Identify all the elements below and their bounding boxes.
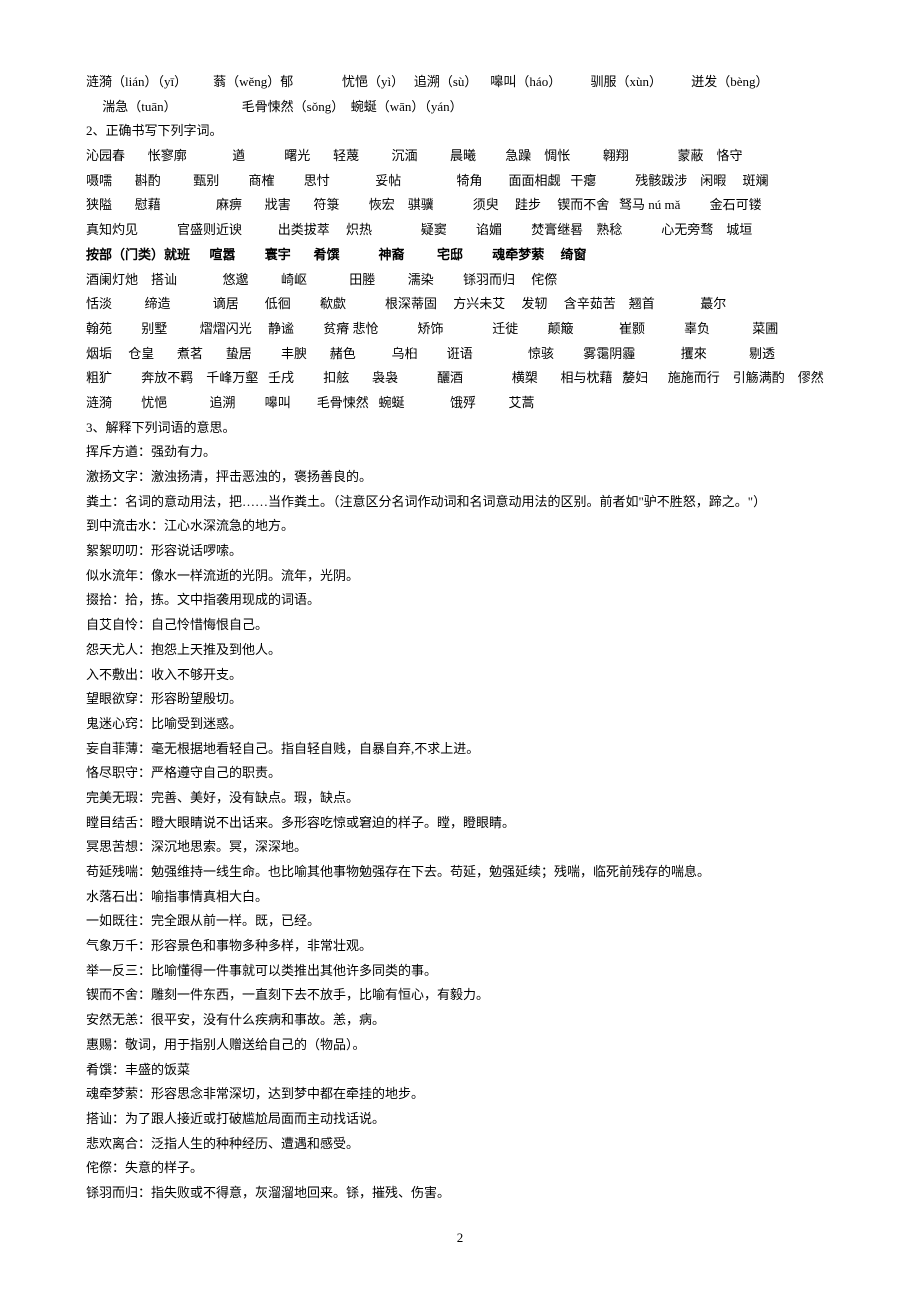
definition-line: 锲而不舍：雕刻一件东西，一直刻下去不放手，比喻有恒心，有毅力。 <box>86 983 834 1008</box>
definition-line: 妄自菲薄：毫无根据地看轻自己。指自轻自贱，自暴自弃,不求上进。 <box>86 737 834 762</box>
definition-line: 3、解释下列词语的意思。 <box>86 416 834 441</box>
definition-line: 铩羽而归：指失败或不得意，灰溜溜地回来。铩，摧残、伤害。 <box>86 1181 834 1206</box>
definition-line: 水落石出：喻指事情真相大白。 <box>86 885 834 910</box>
document-page: 涟漪（lián）（yī） 蓊（wěng）郁 忧悒（yì） 追溯（sù） 嗥叫（h… <box>0 0 920 1290</box>
definition-line: 入不敷出：收入不够开支。 <box>86 663 834 688</box>
definition-line: 絮絮叨叨：形容说话啰嗦。 <box>86 539 834 564</box>
definition-line: 完美无瑕：完善、美好，没有缺点。瑕，缺点。 <box>86 786 834 811</box>
definition-line: 恪尽职守：严格遵守自己的职责。 <box>86 761 834 786</box>
definition-line: 粪土：名词的意动用法，把……当作粪土。（注意区分名词作动词和名词意动用法的区别。… <box>86 490 834 515</box>
definition-line: 举一反三：比喻懂得一件事就可以类推出其他许多同类的事。 <box>86 959 834 984</box>
text-line-bold: 按部（门类）就班 喧嚣 寰宇 肴馔 神裔 宅邸 魂牵梦萦 绮窗 <box>86 243 834 268</box>
text-line: 涟漪（lián）（yī） 蓊（wěng）郁 忧悒（yì） 追溯（sù） 嗥叫（h… <box>86 70 834 95</box>
text-line: 2、正确书写下列字词。 <box>86 119 834 144</box>
text-line: 狭隘 慰藉 麻痹 戕害 符箓 恢宏 骐骥 须臾 跬步 锲而不舍 驽马 nú mǎ… <box>86 193 834 218</box>
definition-line: 自艾自怜：自己怜惜悔恨自己。 <box>86 613 834 638</box>
text-line: 沁园春 怅寥廓 遒 曙光 轻蔑 沉湎 晨曦 急躁 惆怅 翱翔 蒙蔽 恪守 <box>86 144 834 169</box>
definition-line: 搭讪：为了跟人接近或打破尴尬局面而主动找话说。 <box>86 1107 834 1132</box>
definition-line: 挥斥方遒：强劲有力。 <box>86 440 834 465</box>
definition-line: 到中流击水：江心水深流急的地方。 <box>86 514 834 539</box>
definition-line: 掇拾：拾，拣。文中指袭用现成的词语。 <box>86 588 834 613</box>
definition-line: 气象万千：形容景色和事物多种多样，非常壮观。 <box>86 934 834 959</box>
definition-line: 安然无恙：很平安，没有什么疾病和事故。恙，病。 <box>86 1008 834 1033</box>
text-line: 恬淡 缔造 谪居 低徊 欷歔 根深蒂固 方兴未艾 发轫 含辛茹苦 翘首 蕞尔 <box>86 292 834 317</box>
definition-line: 苟延残喘：勉强维持一线生命。也比喻其他事物勉强存在下去。苟延，勉强延续；残喘，临… <box>86 860 834 885</box>
definition-line: 怨天尤人：抱怨上天推及到他人。 <box>86 638 834 663</box>
definition-line: 魂牵梦萦：形容思念非常深切，达到梦中都在牵挂的地步。 <box>86 1082 834 1107</box>
page-number: 2 <box>86 1226 834 1251</box>
text-line: 涟漪 忧悒 追溯 嗥叫 毛骨悚然 蜿蜒 饿殍 艾蒿 <box>86 391 834 416</box>
definition-line: 瞠目结舌：瞪大眼睛说不出话来。多形容吃惊或窘迫的样子。瞠，瞪眼睛。 <box>86 811 834 836</box>
definition-line: 望眼欲穿：形容盼望殷切。 <box>86 687 834 712</box>
text-line: 翰苑 别墅 熠熠闪光 静谧 贫瘠 悲怆 矫饰 迁徙 颠簸 崔颢 辜负 菜圃 <box>86 317 834 342</box>
text-line: 嗫嚅 斟酌 甄别 商榷 思忖 妥帖 犄角 面面相觑 干瘪 残骸跋涉 闲暇 斑斓 <box>86 169 834 194</box>
text-line: 真知灼见 官盛则近谀 出类拔萃 炽热 疑窦 谄媚 焚膏继晷 熟稔 心无旁骛 城垣 <box>86 218 834 243</box>
definition-line: 冥思苦想：深沉地思索。冥，深深地。 <box>86 835 834 860</box>
definition-line: 肴馔：丰盛的饭菜 <box>86 1058 834 1083</box>
definition-line: 激扬文字：激浊扬清，抨击恶浊的，褒扬善良的。 <box>86 465 834 490</box>
bold-phrase: 按部（门类）就班 喧嚣 寰宇 肴馔 神裔 宅邸 魂牵梦萦 绮窗 <box>86 247 587 262</box>
definition-line: 鬼迷心窍：比喻受到迷惑。 <box>86 712 834 737</box>
definition-line: 侘傺：失意的样子。 <box>86 1156 834 1181</box>
definition-line: 似水流年：像水一样流逝的光阴。流年，光阴。 <box>86 564 834 589</box>
text-line: 酒阑灯灺 搭讪 悠邈 崎岖 田塍 濡染 铩羽而归 侘傺 <box>86 268 834 293</box>
definition-line: 一如既往：完全跟从前一样。既，已经。 <box>86 909 834 934</box>
definition-line: 悲欢离合：泛指人生的种种经历、遭遇和感受。 <box>86 1132 834 1157</box>
text-line: 粗犷 奔放不羁 千峰万壑 壬戌 扣舷 袅袅 釃酒 横槊 相与枕藉 嫠妇 施施而行… <box>86 366 834 391</box>
text-line: 湍急（tuān） 毛骨悚然（sǒng） 蜿蜒（wān）（yán） <box>86 95 834 120</box>
text-line: 烟垢 仓皇 煮茗 蛰居 丰腴 赭色 乌桕 诳语 惊骇 雾霭阴霾 攫來 剔透 <box>86 342 834 367</box>
definition-line: 惠赐：敬词，用于指别人赠送给自己的（物品）。 <box>86 1033 834 1058</box>
